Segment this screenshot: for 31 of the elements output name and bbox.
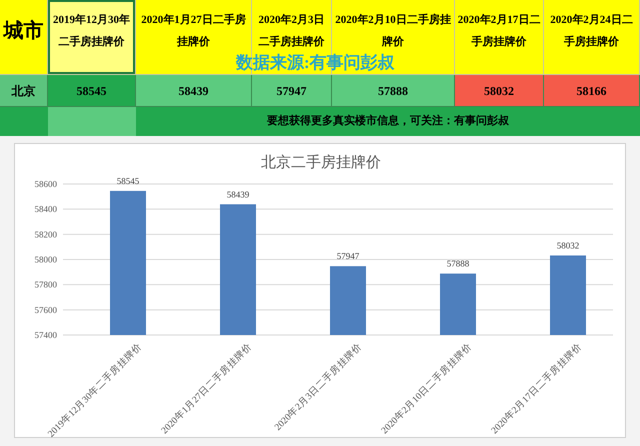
table-cell: 58545 — [48, 75, 136, 107]
y-tick-label: 57800 — [34, 280, 57, 290]
data-label: 58439 — [226, 189, 250, 200]
table-cell: 58439 — [136, 75, 252, 107]
header-cell[interactable]: 2020年2月3日二手房挂牌价 — [252, 9, 331, 53]
header-cell[interactable]: 2020年1月27日二手房挂牌价 — [136, 9, 251, 53]
data-label: 58545 — [116, 176, 140, 186]
header-cell[interactable]: 2019年12月30年二手房挂牌价 — [48, 0, 135, 74]
note-banner: 要想获得更多真实楼市信息，可关注：有事问彭叔 — [136, 107, 640, 136]
data-label: 57888 — [446, 258, 470, 269]
y-tick-label: 58200 — [34, 229, 57, 240]
table-cell: 北京 — [0, 75, 48, 107]
header-cell[interactable]: 城市 — [2, 20, 46, 42]
table-cell — [0, 107, 48, 136]
y-tick-label: 58000 — [34, 254, 57, 264]
bar — [330, 266, 366, 335]
table-cell: 57947 — [252, 75, 332, 107]
table-cell: 58166 — [544, 75, 640, 107]
table-cell: 58032 — [455, 75, 544, 107]
header-cell[interactable]: 2020年2月24日二手房挂牌价 — [544, 9, 639, 53]
bar — [440, 274, 476, 335]
header-cell[interactable]: 2020年2月17日二手房挂牌价 — [455, 9, 543, 53]
chart-title: 北京二手房挂牌价 — [261, 155, 381, 171]
y-tick-label: 58400 — [34, 204, 57, 214]
header-cell[interactable]: 2020年2月10日二手房挂牌价 — [332, 9, 454, 53]
y-tick-label: 57600 — [34, 304, 57, 315]
data-label: 57947 — [336, 251, 360, 262]
y-tick-label: 58600 — [34, 179, 57, 189]
data-label: 58032 — [556, 240, 580, 250]
table-cell: 57888 — [332, 75, 455, 107]
y-tick-label: 57400 — [34, 330, 57, 340]
